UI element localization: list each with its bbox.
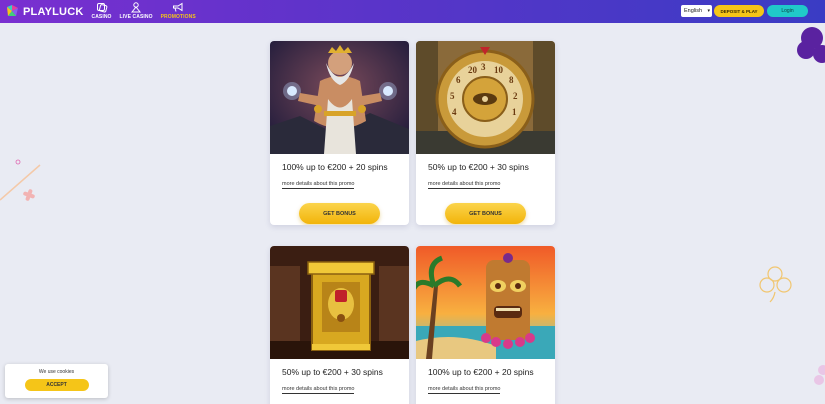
promo-card: 50% up to €200 + 30 spins more details a… (270, 246, 409, 404)
decor-clover (759, 266, 792, 303)
zeus-god-illustration (270, 41, 409, 154)
top-header: PLAYLUCK CASINO LIVE CASINO PROMOTIONS E… (0, 0, 825, 23)
main-nav: CASINO LIVE CASINO PROMOTIONS (91, 0, 203, 23)
decor-dot (15, 159, 21, 165)
casino-dice-icon (96, 3, 107, 13)
svg-text:6: 6 (456, 75, 461, 85)
nav-live-casino-label: LIVE CASINO (119, 14, 153, 20)
get-bonus-button[interactable]: GET BONUS (299, 203, 380, 224)
live-casino-dealer-icon (131, 2, 142, 13)
golden-tomb-illustration (270, 246, 409, 359)
accept-cookies-button[interactable]: ACCEPT (24, 379, 89, 391)
promo-image (270, 41, 409, 154)
decor-line (0, 164, 41, 201)
svg-text:3: 3 (481, 62, 486, 72)
login-button[interactable]: Login (767, 5, 808, 17)
header-actions: English ▾ DEPOSIT & PLAY Login (681, 5, 808, 17)
nav-promotions-label: PROMOTIONS (160, 14, 196, 20)
promo-card: 100% up to €200 + 20 spins more details … (416, 246, 555, 404)
promo-title: 100% up to €200 + 20 spins (428, 367, 534, 377)
nav-casino[interactable]: CASINO (91, 2, 111, 20)
egyptian-wheel-illustration: 3 20 10 6 8 5 2 4 1 (416, 41, 555, 154)
promo-title: 100% up to €200 + 20 spins (282, 162, 388, 172)
language-value: English (684, 8, 703, 14)
promo-card: 3 20 10 6 8 5 2 4 1 50% up to €200 + 30 … (416, 41, 555, 225)
tiki-mask-illustration (416, 246, 555, 359)
language-select[interactable]: English ▾ (681, 5, 712, 17)
deposit-play-button[interactable]: DEPOSIT & PLAY (714, 5, 764, 17)
promo-title: 50% up to €200 + 30 spins (428, 162, 529, 172)
promo-details-link[interactable]: more details about this promo (428, 386, 501, 394)
promo-details-link[interactable]: more details about this promo (428, 181, 501, 189)
promo-details-link[interactable]: more details about this promo (282, 181, 355, 189)
decor-purple-clover (797, 27, 825, 63)
svg-text:10: 10 (494, 65, 504, 75)
chevron-down-icon: ▾ (707, 8, 710, 14)
svg-text:5: 5 (450, 91, 455, 101)
promo-image (270, 246, 409, 359)
promotions-megaphone-icon (173, 2, 183, 12)
logo-text: PLAYLUCK (23, 5, 84, 18)
logo-gem-icon (7, 5, 18, 16)
promo-image (416, 246, 555, 359)
svg-text:4: 4 (452, 107, 457, 117)
promo-card: 100% up to €200 + 20 spins more details … (270, 41, 409, 225)
decor-cross (23, 189, 35, 201)
svg-text:8: 8 (509, 75, 514, 85)
svg-text:2: 2 (513, 91, 518, 101)
promo-details-link[interactable]: more details about this promo (282, 386, 355, 394)
get-bonus-button[interactable]: GET BONUS (445, 203, 526, 224)
cookie-banner: We use cookies ACCEPT (5, 364, 108, 398)
nav-promotions[interactable]: PROMOTIONS (161, 2, 196, 20)
logo[interactable]: PLAYLUCK (5, 0, 83, 23)
background-decorations (0, 27, 825, 385)
promo-image: 3 20 10 6 8 5 2 4 1 (416, 41, 555, 154)
svg-text:1: 1 (512, 107, 517, 117)
cookie-text: We use cookies (38, 369, 75, 375)
nav-live-casino[interactable]: LIVE CASINO (120, 2, 153, 20)
svg-text:20: 20 (468, 65, 478, 75)
decor-pink-clover (814, 365, 825, 385)
promo-title: 50% up to €200 + 30 spins (282, 367, 383, 377)
nav-casino-label: CASINO (91, 14, 112, 20)
